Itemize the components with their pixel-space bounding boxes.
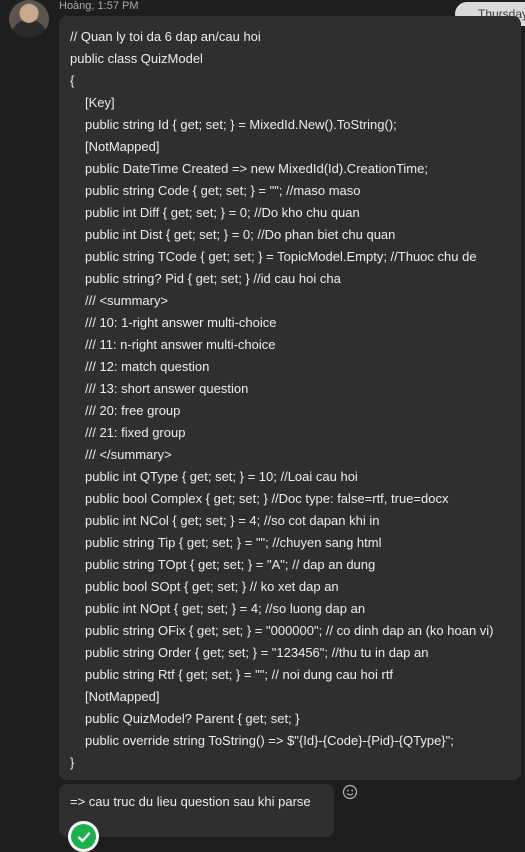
code-line: public override string ToString() => $"{…	[85, 733, 454, 748]
code-line: public string Tip { get; set; } = ""; //…	[85, 535, 382, 550]
code-line: // Quan ly toi da 6 dap an/cau hoi	[70, 29, 261, 44]
code-line: {	[70, 73, 75, 88]
code-line: public int QType { get; set; } = 10; //L…	[85, 469, 358, 484]
code-line: [NotMapped]	[85, 689, 160, 704]
message-text: => cau truc du lieu question sau khi par…	[70, 794, 311, 809]
code-line: public int Diff { get; set; } = 0; //Do …	[85, 205, 360, 220]
code-line: /// 20: free group	[85, 403, 181, 418]
code-line: public string OFix { get; set; } = "0000…	[85, 623, 494, 638]
code-line: public QuizModel? Parent { get; set; }	[85, 711, 300, 726]
code-line: /// 11: n-right answer multi-choice	[85, 337, 276, 352]
code-line: /// 10: 1-right answer multi-choice	[85, 315, 277, 330]
code-line: public bool SOpt { get; set; } // ko xet…	[85, 579, 339, 594]
code-line: public string Order { get; set; } = "123…	[85, 645, 429, 660]
code-line: public string TOpt { get; set; } = "A"; …	[85, 557, 376, 572]
sender-avatar[interactable]	[9, 0, 49, 38]
code-line: /// <summary>	[85, 293, 169, 308]
code-line: public int Dist { get; set; } = 0; //Do …	[85, 227, 396, 242]
sender-name-time: Hoàng, 1:57 PM	[59, 0, 139, 12]
code-line: /// 12: match question	[85, 359, 210, 374]
code-line: public bool Complex { get; set; } //Doc …	[85, 491, 449, 506]
code-line: /// 21: fixed group	[85, 425, 186, 440]
code-line: public string Rtf { get; set; } = ""; //…	[85, 667, 394, 682]
code-line: public string Code { get; set; } = ""; /…	[85, 183, 361, 198]
check-circle-icon	[68, 821, 99, 852]
code-line: public class QuizModel	[70, 51, 203, 66]
code-line: public string TCode { get; set; } = Topi…	[85, 249, 477, 264]
code-line: public int NCol { get; set; } = 4; //so …	[85, 513, 380, 528]
code-line: [Key]	[85, 95, 115, 110]
code-line: public string? Pid { get; set; } //id ca…	[85, 271, 341, 286]
code-line: public string Id { get; set; } = MixedId…	[85, 117, 397, 132]
code-line: public DateTime Created => new MixedId(I…	[85, 161, 428, 176]
code-line: [NotMapped]	[85, 139, 160, 154]
code-line: public int NOpt { get; set; } = 4; //so …	[85, 601, 366, 616]
code-line: /// </summary>	[85, 447, 172, 462]
code-line: }	[70, 755, 75, 770]
code-line: /// 13: short answer question	[85, 381, 249, 396]
smiley-icon[interactable]	[342, 784, 358, 800]
